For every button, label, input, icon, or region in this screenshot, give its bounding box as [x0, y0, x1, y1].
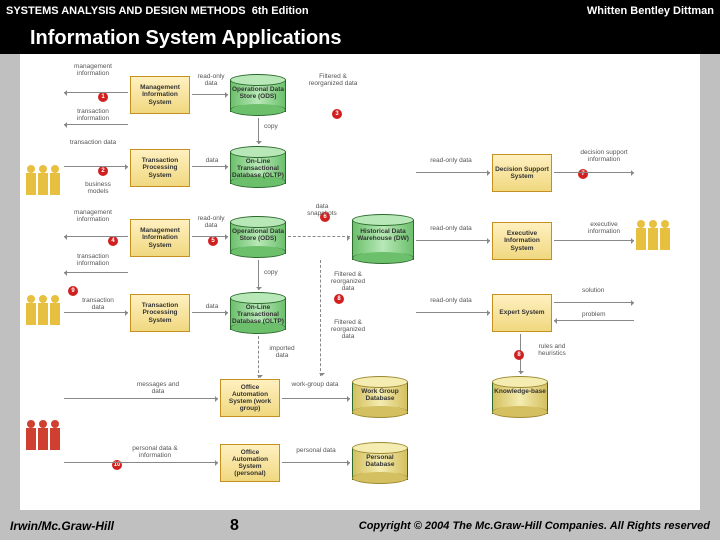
edge-data1: data [200, 158, 224, 165]
box-es: Expert System [492, 294, 552, 332]
marker-5: 5 [208, 236, 218, 246]
box-tps2: Transaction Processing System [130, 294, 190, 332]
arrow [554, 302, 634, 303]
marker-1: 1 [98, 92, 108, 102]
cyl-pdb: Personal Database [352, 442, 408, 484]
edge-biz-models: business models [76, 182, 120, 196]
cyl-oltp1: On-Line Transactional Database (OLTP) [230, 146, 286, 188]
arrow [282, 398, 350, 399]
cyl-oltp2: On-Line Transactional Database (OLTP) [230, 292, 286, 334]
arrow [64, 398, 218, 399]
edge-trans-info2: transaction information [68, 254, 118, 268]
edge-exec: executive information [576, 222, 632, 236]
arrow [288, 236, 350, 237]
edge-wg: work-group data [290, 382, 340, 389]
edge-problem: problem [582, 312, 605, 319]
arrow [64, 462, 218, 463]
edge-dsi: decision support information [576, 150, 632, 164]
arrow [554, 172, 634, 173]
arrow [282, 462, 350, 463]
edge-rules: rules and heuristics [528, 344, 576, 358]
cyl-ods1: Operational Data Store (ODS) [230, 74, 286, 116]
copyright: Copyright © 2004 The Mc.Graw-Hill Compan… [359, 520, 710, 532]
edge-snap: data snapshots [300, 204, 344, 218]
marker-2: 2 [98, 166, 108, 176]
marker-3: 3 [332, 109, 342, 119]
edge-data2: data [200, 304, 224, 311]
arrow [416, 240, 490, 241]
box-mis2: Management Information System [130, 219, 190, 257]
box-oas-p: Office Automation System (personal) [220, 444, 280, 482]
diagram-area: Management Information System Transactio… [20, 54, 700, 510]
edge-pers: personal data [294, 448, 338, 455]
edition: 6th Edition [252, 5, 309, 17]
edge-ro5: read-only data [426, 298, 476, 305]
edge-mgmt2: management information [68, 210, 118, 224]
people-group-bot [26, 404, 60, 450]
arrow [416, 312, 490, 313]
marker-7: 7 [578, 169, 588, 179]
arrow [258, 118, 259, 144]
marker-9: 9 [68, 286, 78, 296]
edge-filt3: Filtered & reorganized data [326, 320, 370, 340]
arrow [554, 240, 634, 241]
edge-solution: solution [582, 288, 604, 295]
publisher: Irwin/Mc.Graw-Hill [10, 519, 114, 533]
marker-es: 8 [514, 350, 524, 360]
arrow [554, 320, 634, 321]
people-group-right [636, 204, 670, 250]
edge-ro4: read-only data [426, 226, 476, 233]
arrow [320, 260, 321, 376]
cyl-dw: Historical Data Warehouse (DW) [352, 214, 414, 264]
edge-trans-data: transaction data [68, 140, 118, 147]
arrow [64, 124, 128, 125]
edge-mgmt-info: management information [68, 64, 118, 78]
edge-ro2: read-only data [194, 216, 228, 230]
page-number: 8 [230, 517, 239, 535]
arrow [64, 166, 128, 167]
edge-pdi: personal data & information [120, 446, 190, 460]
edge-ro1: read-only data [194, 74, 228, 88]
box-tps1: Transaction Processing System [130, 149, 190, 187]
cyl-ods2: Operational Data Store (ODS) [230, 216, 286, 258]
edge-filt2: Filtered & reorganized data [326, 272, 370, 292]
arrow [192, 236, 228, 237]
box-mis1: Management Information System [130, 76, 190, 114]
edge-copy2: copy [264, 270, 278, 277]
marker-4: 4 [108, 236, 118, 246]
arrow [64, 272, 128, 273]
book-title: SYSTEMS ANALYSIS AND DESIGN METHODS [6, 5, 246, 17]
arrow [258, 260, 259, 290]
arrow [64, 312, 128, 313]
arrow [192, 94, 228, 95]
edge-msgs: messages and data [130, 382, 186, 396]
cyl-wgdb: Work Group Database [352, 376, 408, 418]
arrow [64, 236, 128, 237]
edge-trans-info: transaction information [68, 109, 118, 123]
people-group-mid [26, 279, 60, 325]
arrow [416, 172, 490, 173]
edge-trans-data2: transaction data [76, 298, 120, 312]
arrow [64, 92, 128, 93]
box-eis: Executive Information System [492, 222, 552, 260]
edge-ro3: read-only data [426, 158, 476, 165]
arrow [192, 166, 228, 167]
header-bar: SYSTEMS ANALYSIS AND DESIGN METHODS 6th … [0, 0, 720, 22]
arrow [258, 336, 259, 378]
footer: Irwin/Mc.Graw-Hill 8 Copyright © 2004 Th… [0, 512, 720, 540]
box-oas-wg: Office Automation System (work group) [220, 379, 280, 417]
authors: Whitten Bentley Dittman [587, 5, 714, 17]
edge-imported: imported data [264, 346, 300, 360]
box-dss: Decision Support System [492, 154, 552, 192]
people-group-top [26, 149, 60, 195]
marker-8: 8 [334, 294, 344, 304]
edge-filt1: Filtered & reorganized data [308, 74, 358, 88]
arrow [192, 312, 228, 313]
cyl-kb: Knowledge-base [492, 376, 548, 418]
edge-copy1: copy [264, 124, 278, 131]
slide-title: Information System Applications [0, 22, 720, 54]
